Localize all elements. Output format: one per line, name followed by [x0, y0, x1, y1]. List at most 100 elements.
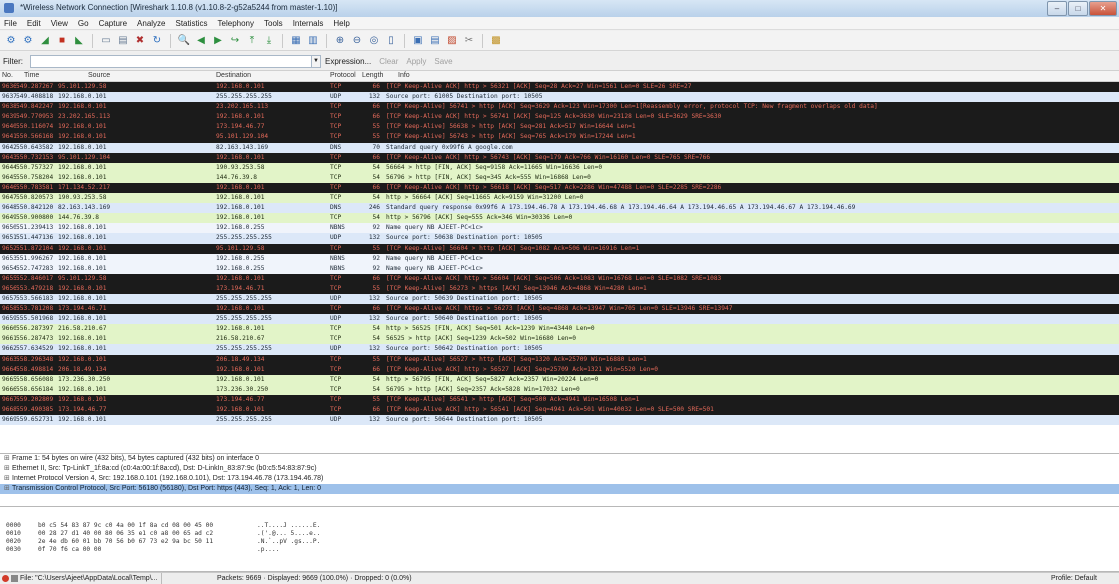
packet-row[interactable]: 9650 551.239413 192.168.0.101 192.168.0.255… [0, 223, 1119, 234]
back-icon[interactable]: ◀ [194, 34, 208, 48]
menu-tools[interactable]: Tools [264, 17, 283, 29]
status-profile[interactable]: Profile: Default [1051, 573, 1097, 584]
colorize-icon[interactable]: ▦ [289, 34, 303, 48]
packet-row[interactable]: 9639 549.770953 23.202.165.113 192.168.0.10… [0, 112, 1119, 123]
menu-edit[interactable]: Edit [27, 17, 41, 29]
menu-telephony[interactable]: Telephony [218, 17, 254, 29]
packet-row[interactable]: 9654 552.747283 192.168.0.101 192.168.0.255… [0, 263, 1119, 274]
find-icon[interactable]: 🔍 [177, 34, 191, 48]
first-packet-icon[interactable]: ⤒ [245, 34, 259, 48]
interfaces-icon[interactable]: ⚙ [4, 34, 18, 48]
close-button[interactable]: ✕ [1089, 1, 1117, 16]
expand-toggle-icon[interactable]: ⊞ [4, 484, 12, 494]
comments-icon[interactable] [11, 575, 18, 582]
resize-columns-icon[interactable]: ▯ [384, 34, 398, 48]
capture-filters-icon[interactable]: ▣ [411, 34, 425, 48]
save-button[interactable]: Save [434, 57, 452, 66]
minimize-button[interactable]: – [1047, 1, 1067, 16]
menu-view[interactable]: View [51, 17, 68, 29]
packet-row[interactable]: 9660 556.287397 216.58.210.67 192.168.0.101… [0, 324, 1119, 335]
column-header-destination[interactable]: Destination [216, 72, 251, 79]
packet-row[interactable]: 9661 556.287473 192.168.0.101 216.58.210.67… [0, 334, 1119, 345]
open-file-icon[interactable]: ▭ [99, 34, 113, 48]
maximize-button[interactable]: □ [1068, 1, 1088, 16]
reload-icon[interactable]: ↻ [150, 34, 164, 48]
packet-row[interactable]: 9641 550.566168 192.168.0.101 95.101.129.10… [0, 132, 1119, 143]
save-file-icon[interactable]: ▤ [116, 34, 130, 48]
column-header-no[interactable]: No. [2, 72, 13, 79]
packet-row[interactable]: 9648 550.842120 82.163.143.169 192.168.0.10… [0, 203, 1119, 214]
packet-row[interactable]: 9644 550.757327 192.168.0.101 190.93.253.58… [0, 162, 1119, 173]
zoom-normal-icon[interactable]: ◎ [367, 34, 381, 48]
column-header-protocol[interactable]: Protocol [330, 72, 356, 79]
menu-help[interactable]: Help [333, 17, 349, 29]
menu-statistics[interactable]: Statistics [176, 17, 208, 29]
packet-row[interactable]: 9638 549.842247 192.168.0.101 23.202.165.11… [0, 102, 1119, 113]
menu-capture[interactable]: Capture [99, 17, 127, 29]
packet-bytes-pane[interactable]: 0000 b0 c5 54 83 87 9c c0 4a 00 1f 8a cd … [0, 507, 1119, 572]
packet-row[interactable]: 9667 559.202809 192.168.0.101 173.194.46.77… [0, 394, 1119, 405]
forward-icon[interactable]: ▶ [211, 34, 225, 48]
menu-file[interactable]: File [4, 17, 17, 29]
detail-tree-item[interactable]: ⊞ Ethernet II, Src: Tp-LinkT_1f:8a:cd (c0… [0, 464, 1119, 474]
column-header-time[interactable]: Time [24, 72, 39, 79]
packet-row[interactable]: 9637 549.408818 192.168.0.101 255.255.255.2… [0, 92, 1119, 103]
apply-button[interactable]: Apply [406, 57, 426, 66]
filter-dropdown-button[interactable]: ▼ [311, 55, 321, 68]
packet-row[interactable]: 9646 550.783581 171.134.52.217 192.168.0.10… [0, 182, 1119, 194]
help-icon[interactable]: ▩ [489, 34, 503, 48]
column-header-info[interactable]: Info [398, 72, 410, 79]
packet-row[interactable]: 9668 559.490385 173.194.46.77 192.168.0.101… [0, 405, 1119, 416]
packet-details-pane[interactable]: ⊞ Frame 1: 54 bytes on wire (432 bits), 5… [0, 454, 1119, 507]
bytes-row[interactable]: 0020 2e 4e db 60 01 bb 70 56 b0 67 73 e2 … [0, 538, 1119, 546]
menu-internals[interactable]: Internals [293, 17, 324, 29]
clear-button[interactable]: Clear [379, 57, 398, 66]
filter-input[interactable] [30, 55, 312, 68]
detail-tree-item[interactable]: ⊞ Transmission Control Protocol, Src Port… [0, 484, 1119, 494]
packet-row[interactable]: 9662 557.634529 192.168.0.101 255.255.255.2… [0, 344, 1119, 355]
packet-row[interactable]: 9653 551.996267 192.168.0.101 192.168.0.255… [0, 253, 1119, 264]
packet-row[interactable]: 9649 550.900800 144.76.39.8 192.168.0.101 TC… [0, 213, 1119, 224]
expand-toggle-icon[interactable]: ⊞ [4, 454, 12, 464]
packet-row[interactable]: 9651 551.447136 192.168.0.101 255.255.255.2… [0, 233, 1119, 244]
packet-row[interactable]: 9645 550.758204 192.168.0.101 144.76.39.8 TC… [0, 172, 1119, 183]
column-header-length[interactable]: Length [362, 72, 383, 79]
packet-row[interactable]: 9652 551.872104 192.168.0.101 95.101.129.58… [0, 243, 1119, 254]
menu-go[interactable]: Go [78, 17, 89, 29]
coloring-rules-icon[interactable]: ▨ [445, 34, 459, 48]
detail-tree-item[interactable]: ⊞ Internet Protocol Version 4, Src: 192.1… [0, 474, 1119, 484]
zoom-out-icon[interactable]: ⊖ [350, 34, 364, 48]
packet-row[interactable]: 9656 553.479218 192.168.0.101 173.194.46.71… [0, 283, 1119, 294]
last-packet-icon[interactable]: ⤓ [262, 34, 276, 48]
packet-row[interactable]: 9643 550.732153 95.101.129.104 192.168.0.10… [0, 152, 1119, 163]
zoom-in-icon[interactable]: ⊕ [333, 34, 347, 48]
expand-toggle-icon[interactable]: ⊞ [4, 464, 12, 474]
close-file-icon[interactable]: ✖ [133, 34, 147, 48]
autoscroll-icon[interactable]: ▥ [306, 34, 320, 48]
restart-capture-icon[interactable]: ◣ [72, 34, 86, 48]
packet-row[interactable]: 9642 550.643582 192.168.0.101 82.163.143.16… [0, 142, 1119, 153]
packet-row[interactable]: 9664 558.498814 206.18.49.134 192.168.0.101… [0, 364, 1119, 375]
goto-icon[interactable]: ↪ [228, 34, 242, 48]
packet-row[interactable]: 9657 553.566183 192.168.0.101 255.255.255.2… [0, 293, 1119, 305]
expand-toggle-icon[interactable]: ⊞ [4, 474, 12, 484]
display-filters-icon[interactable]: ▤ [428, 34, 442, 48]
packet-row[interactable]: 9647 550.820573 190.93.253.58 192.168.0.101… [0, 193, 1119, 204]
packet-row[interactable]: 9665 558.656088 173.236.30.250 192.168.0.10… [0, 374, 1119, 385]
bytes-row[interactable]: 0010 00 28 27 d1 40 00 80 06 35 e1 c0 a8 … [0, 530, 1119, 538]
packet-list[interactable]: No. Time Source Destination Protocol Len… [0, 71, 1119, 454]
bytes-row[interactable]: 0000 b0 c5 54 83 87 9c c0 4a 00 1f 8a cd … [0, 522, 1119, 530]
packet-row[interactable]: 9663 558.296348 192.168.0.101 206.18.49.134… [0, 354, 1119, 365]
options-icon[interactable]: ⚙ [21, 34, 35, 48]
preferences-icon[interactable]: ✂ [462, 34, 476, 48]
expression-button[interactable]: Expression... [325, 57, 371, 66]
detail-tree-item[interactable]: ⊞ Frame 1: 54 bytes on wire (432 bits), 5… [0, 454, 1119, 464]
packet-row[interactable]: 9655 552.846017 95.101.129.58 192.168.0.101… [0, 273, 1119, 284]
bytes-row[interactable]: 0030 0f 70 f6 ca 00 00 .p.... [0, 546, 1119, 554]
packet-row[interactable]: 9669 559.652731 192.168.0.101 255.255.255.2… [0, 415, 1119, 426]
packet-row[interactable]: 9666 558.656184 192.168.0.101 173.236.30.25… [0, 384, 1119, 395]
stop-capture-icon[interactable]: ■ [55, 34, 69, 48]
packet-row[interactable]: 9658 553.781208 173.194.46.71 192.168.0.101… [0, 304, 1119, 315]
packet-row[interactable]: 9640 550.116074 192.168.0.101 173.194.46.77… [0, 122, 1119, 133]
start-capture-icon[interactable]: ◢ [38, 34, 52, 48]
